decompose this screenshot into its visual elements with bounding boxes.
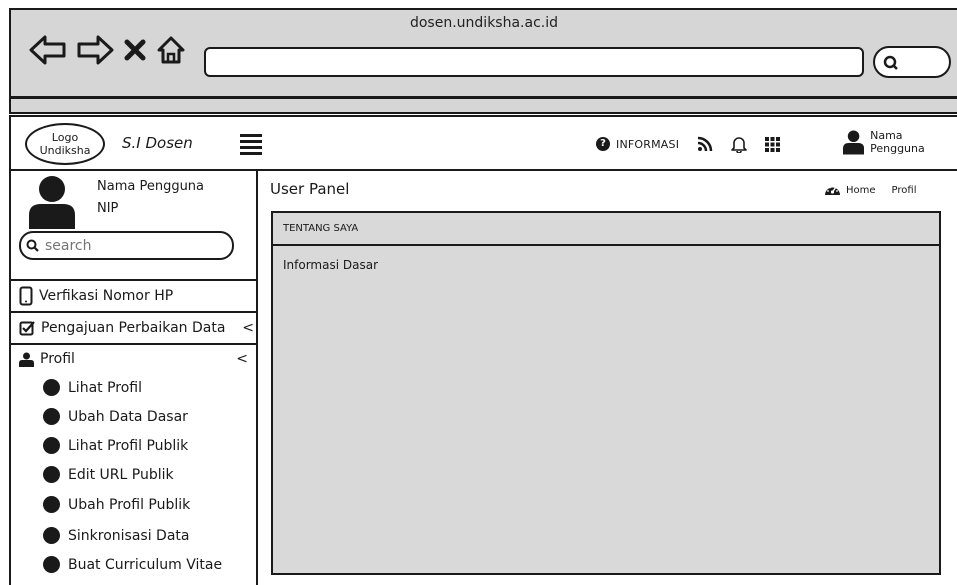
bell-icon[interactable] (731, 135, 747, 153)
logo[interactable]: Logo Undiksha (25, 123, 105, 165)
sidebar-nip: NIP (97, 201, 119, 216)
home-icon[interactable] (156, 35, 186, 65)
sidebar-item-label: Profil (40, 351, 75, 367)
submenu-buat-cv[interactable]: Buat Curriculum Vitae (11, 556, 222, 573)
checkbox-icon (19, 321, 35, 336)
app-header: Logo Undiksha S.I Dosen ? INFORMASI Nama… (9, 115, 957, 171)
back-arrow-icon[interactable] (29, 34, 67, 66)
section-label: Informasi Dasar (283, 258, 379, 272)
sidebar-item-label: Pengajuan Perbaikan Data (41, 320, 226, 336)
submenu-label: Sinkronisasi Data (68, 527, 190, 544)
sidebar-item-verifikasi[interactable]: Verfikasi Nomor HP (11, 279, 258, 311)
search-input[interactable] (19, 231, 234, 260)
submenu-edit-url-publik[interactable]: Edit URL Publik (11, 466, 174, 483)
sidebar-item-profil[interactable]: Profil < (11, 343, 258, 373)
bullet-icon (43, 527, 60, 544)
page-title: User Panel (270, 180, 350, 198)
avatar (29, 176, 75, 229)
header-user-name: Nama Pengguna (870, 129, 925, 155)
search-icon (883, 55, 898, 70)
search-icon (26, 239, 39, 252)
browser-window: dosen.undiksha.ac.id (9, 8, 957, 114)
submenu-ubah-data-dasar[interactable]: Ubah Data Dasar (11, 408, 188, 425)
bullet-icon (43, 556, 60, 573)
main-content: User Panel Home Profil TENTANG SAYA Info… (258, 171, 957, 585)
rss-icon[interactable] (697, 136, 713, 152)
sidebar-profile: Nama Pengguna NIP (11, 171, 256, 279)
browser-title: dosen.undiksha.ac.id (409, 15, 558, 31)
breadcrumb-current: Profil (891, 184, 917, 196)
submenu-label: Ubah Data Dasar (68, 408, 188, 425)
chevron-left-icon: < (236, 351, 248, 367)
sidebar-user-name: Nama Pengguna (97, 179, 205, 194)
sidebar-item-pengajuan[interactable]: Pengajuan Perbaikan Data < (11, 311, 258, 343)
sidebar-item-label: Verfikasi Nomor HP (39, 288, 174, 304)
submenu-label: Lihat Profil (68, 379, 142, 396)
submenu-sinkronisasi-data[interactable]: Sinkronisasi Data (11, 527, 189, 544)
close-icon[interactable] (123, 38, 147, 62)
submenu-lihat-profil[interactable]: Lihat Profil (11, 379, 142, 396)
mobile-phone-icon (19, 286, 33, 306)
submenu-lihat-profil-publik[interactable]: Lihat Profil Publik (11, 437, 188, 454)
bullet-icon (43, 496, 60, 513)
header-tools: ? INFORMASI (596, 131, 798, 157)
chrome-divider (11, 96, 957, 99)
sidebar: Nama Pengguna NIP Verfikasi Nomor HP Pen… (9, 171, 258, 585)
bullet-icon (43, 437, 60, 454)
dashboard-icon (825, 186, 840, 195)
bullet-icon (43, 466, 60, 483)
browser-nav (29, 34, 186, 66)
question-icon: ? (596, 137, 610, 151)
submenu-label: Buat Curriculum Vitae (68, 556, 223, 573)
app-name: S.I Dosen (122, 134, 193, 152)
about-card: TENTANG SAYA Informasi Dasar (271, 211, 941, 575)
card-header: TENTANG SAYA (273, 213, 939, 246)
hamburger-icon[interactable] (240, 134, 262, 155)
address-bar[interactable] (204, 47, 864, 77)
user-icon (19, 352, 34, 367)
breadcrumb: Home Profil (824, 183, 916, 197)
forward-arrow-icon[interactable] (76, 34, 114, 66)
submenu-label: Edit URL Publik (68, 466, 174, 483)
breadcrumb-home[interactable]: Home (846, 185, 876, 196)
user-avatar-icon (843, 130, 865, 155)
bullet-icon (43, 379, 60, 396)
info-link[interactable]: INFORMASI (616, 138, 679, 151)
apps-grid-icon[interactable] (765, 136, 781, 152)
bullet-icon (43, 408, 60, 425)
browser-search-button[interactable] (873, 46, 951, 78)
header-user-menu[interactable]: Nama Pengguna (843, 129, 957, 155)
submenu-ubah-profil-publik[interactable]: Ubah Profil Publik (11, 496, 190, 513)
chevron-left-icon: < (242, 320, 254, 336)
submenu-label: Lihat Profil Publik (68, 437, 189, 454)
submenu-label: Ubah Profil Publik (68, 496, 191, 513)
